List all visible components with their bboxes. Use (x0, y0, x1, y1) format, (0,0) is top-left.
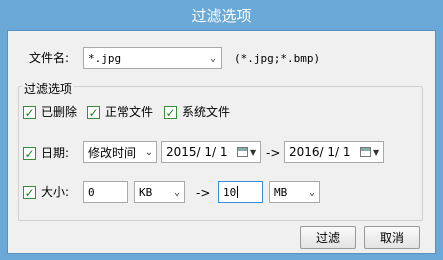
text-caret (237, 186, 239, 198)
date-from-picker[interactable]: 2015/ 1/ 1 ▼ (161, 141, 261, 163)
size-min-input[interactable]: 0 (83, 181, 128, 203)
date-label: 日期: (41, 146, 70, 160)
date-field-value: 修改时间 (88, 145, 137, 160)
chevron-down-icon: ⌄ (173, 186, 181, 198)
calendar-icon (360, 147, 371, 157)
filter-options-dialog: 过滤选项 文件名: *.jpg ⌄ (*.jpg;*.bmp) 过滤选项 ✓ 已… (0, 0, 443, 260)
normal-files-checkbox[interactable]: ✓ (87, 106, 100, 119)
cancel-button[interactable]: 取消 (364, 226, 420, 249)
deleted-checkbox[interactable]: ✓ (23, 106, 36, 119)
date-from-value: 2015/ 1/ 1 (166, 145, 228, 159)
date-to-picker[interactable]: 2016/ 1/ 1 ▼ (284, 141, 384, 163)
size-label: 大小: (41, 185, 70, 199)
normal-files-label: 正常文件 (105, 105, 154, 119)
date-to-value: 2016/ 1/ 1 (289, 145, 351, 159)
check-mark-icon: ✓ (24, 185, 35, 200)
deleted-label: 已删除 (41, 105, 78, 119)
filter-options-legend: 过滤选项 (22, 80, 75, 97)
chevron-down-icon: ▼ (373, 147, 380, 157)
chevron-down-icon: ⌄ (308, 186, 316, 198)
dialog-title: 过滤选项 (0, 0, 443, 30)
check-mark-icon: ✓ (24, 146, 35, 161)
filter-button[interactable]: 过滤 (300, 226, 356, 249)
size-max-input[interactable]: 10 (218, 181, 263, 203)
dialog-body: 文件名: *.jpg ⌄ (*.jpg;*.bmp) 过滤选项 ✓ 已删除 ✓ … (7, 30, 436, 254)
size-min-unit-select[interactable]: KB ⌄ (134, 181, 185, 203)
size-max-unit-value: MB (274, 185, 288, 199)
check-mark-icon: ✓ (165, 105, 176, 120)
size-min-unit-value: KB (139, 185, 153, 199)
calendar-icon (237, 147, 248, 157)
size-checkbox[interactable]: ✓ (23, 186, 36, 199)
system-files-label: 系统文件 (182, 105, 231, 119)
check-mark-icon: ✓ (24, 105, 35, 120)
file-name-hint: (*.jpg;*.bmp) (234, 52, 321, 65)
chevron-down-icon: ⌄ (144, 146, 154, 158)
file-name-combobox[interactable]: *.jpg ⌄ (83, 47, 222, 69)
size-max-unit-select[interactable]: MB ⌄ (269, 181, 320, 203)
size-range-arrow: -> (196, 186, 211, 200)
file-name-label: 文件名: (29, 51, 70, 65)
date-range-arrow: -> (266, 146, 281, 160)
chevron-down-icon[interactable]: ⌄ (205, 48, 221, 68)
file-name-value: *.jpg (88, 51, 122, 65)
check-mark-icon: ✓ (88, 105, 99, 120)
date-field-select[interactable]: 修改时间 ⌄ (83, 141, 157, 163)
size-max-value: 10 (223, 185, 237, 199)
size-min-value: 0 (88, 185, 95, 199)
chevron-down-icon: ▼ (250, 147, 257, 157)
system-files-checkbox[interactable]: ✓ (164, 106, 177, 119)
date-checkbox[interactable]: ✓ (23, 147, 36, 160)
